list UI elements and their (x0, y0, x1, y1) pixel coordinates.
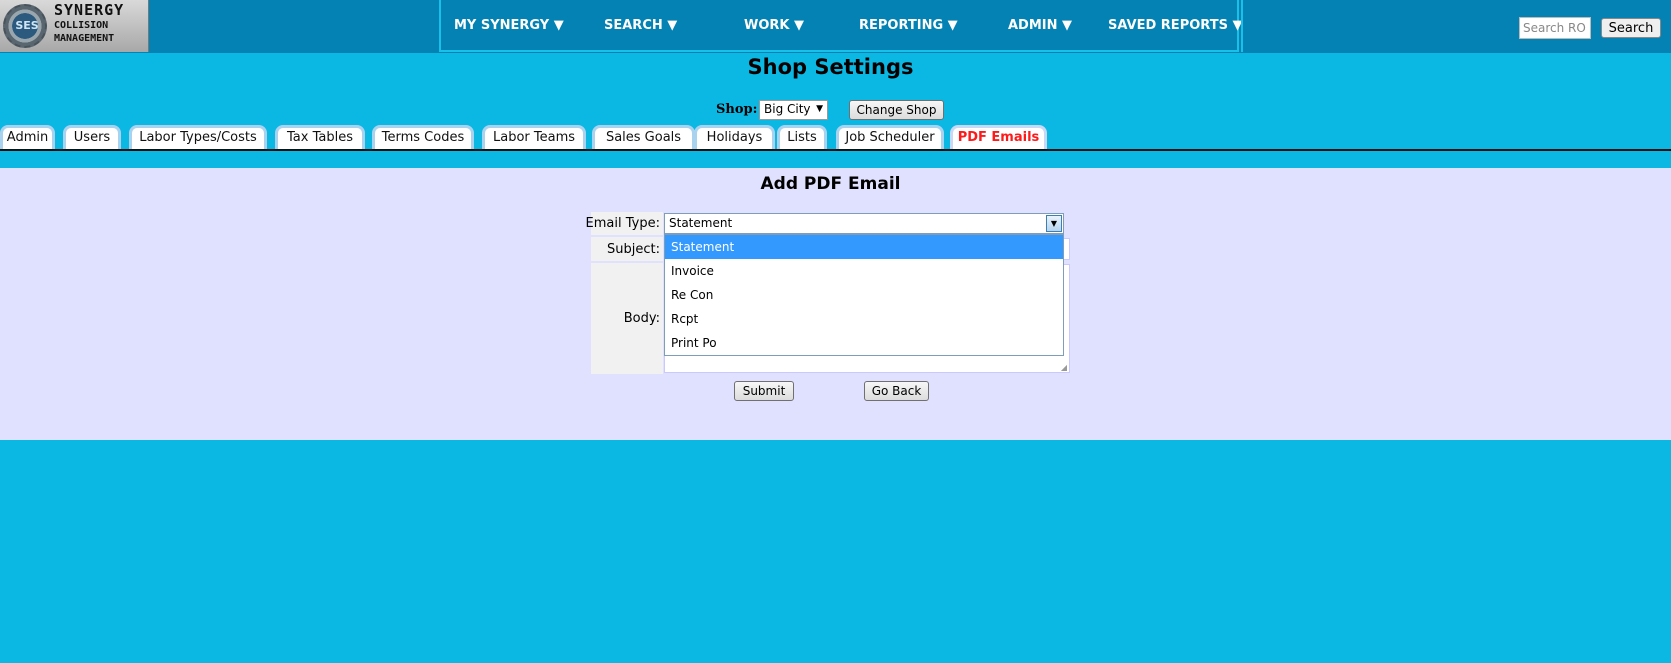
nav-my-synergy[interactable]: MY SYNERGY ▼ (454, 18, 564, 33)
resize-handle-icon[interactable]: ◢ (1061, 363, 1067, 372)
email-type-value: Statement (669, 216, 733, 230)
logo-line-collision: COLLISION (54, 20, 109, 31)
gear-logo-icon: SES (3, 4, 47, 48)
subject-label: Subject: (607, 242, 660, 257)
email-type-dropdown: Statement Invoice Re Con Rcpt Print Po (664, 234, 1064, 356)
form-title: Add PDF Email (760, 174, 901, 194)
tab-tax-tables[interactable]: Tax Tables (275, 125, 365, 149)
top-header: SES SYNERGY COLLISION MANAGEMENT MY SYNE… (0, 0, 1671, 53)
tab-holidays[interactable]: Holidays (694, 125, 775, 149)
nav-reporting[interactable]: REPORTING ▼ (859, 18, 958, 33)
chevron-down-icon: ▼ (816, 104, 823, 114)
tab-job-scheduler[interactable]: Job Scheduler (836, 125, 944, 149)
tabs-underline (0, 149, 1671, 151)
synergy-logo[interactable]: SES SYNERGY COLLISION MANAGEMENT (0, 0, 149, 52)
option-print-po[interactable]: Print Po (665, 331, 1063, 355)
nav-search[interactable]: SEARCH ▼ (604, 18, 677, 33)
option-statement[interactable]: Statement (665, 235, 1063, 259)
shop-select[interactable]: Big City ▼ (759, 100, 828, 120)
logo-line-management: MANAGEMENT (54, 33, 115, 44)
nav-saved-reports[interactable]: SAVED REPORTS ▼ (1108, 18, 1242, 33)
page-title: Shop Settings (747, 55, 914, 79)
chevron-down-icon[interactable]: ▼ (1046, 215, 1062, 232)
logo-line-synergy: SYNERGY (54, 1, 125, 19)
body-label: Body: (623, 311, 660, 326)
tab-terms-codes[interactable]: Terms Codes (372, 125, 474, 149)
nav-divider (1241, 0, 1243, 52)
tab-admin[interactable]: Admin (0, 125, 55, 149)
shop-selected-value: Big City (764, 102, 811, 116)
tab-sales-goals[interactable]: Sales Goals (592, 125, 695, 149)
email-type-select[interactable]: Statement ▼ (664, 213, 1064, 234)
option-invoice[interactable]: Invoice (665, 259, 1063, 283)
tab-pdf-emails[interactable]: PDF Emails (950, 125, 1047, 149)
tab-labor-teams[interactable]: Labor Teams (482, 125, 586, 149)
tab-lists[interactable]: Lists (777, 125, 827, 149)
tab-labor-types-costs[interactable]: Labor Types/Costs (129, 125, 267, 149)
search-ro-input[interactable] (1519, 17, 1591, 39)
option-rcpt[interactable]: Rcpt (665, 307, 1063, 331)
tab-users[interactable]: Users (63, 125, 121, 149)
submit-button[interactable]: Submit (734, 381, 794, 401)
change-shop-button[interactable]: Change Shop (849, 100, 944, 120)
go-back-button[interactable]: Go Back (864, 381, 929, 401)
option-re-con[interactable]: Re Con (665, 283, 1063, 307)
shop-label: Shop: (716, 102, 758, 117)
email-type-label: Email Type: (585, 216, 660, 231)
nav-work[interactable]: WORK ▼ (744, 18, 804, 33)
nav-admin[interactable]: ADMIN ▼ (1008, 18, 1072, 33)
search-button[interactable]: Search (1601, 18, 1661, 38)
